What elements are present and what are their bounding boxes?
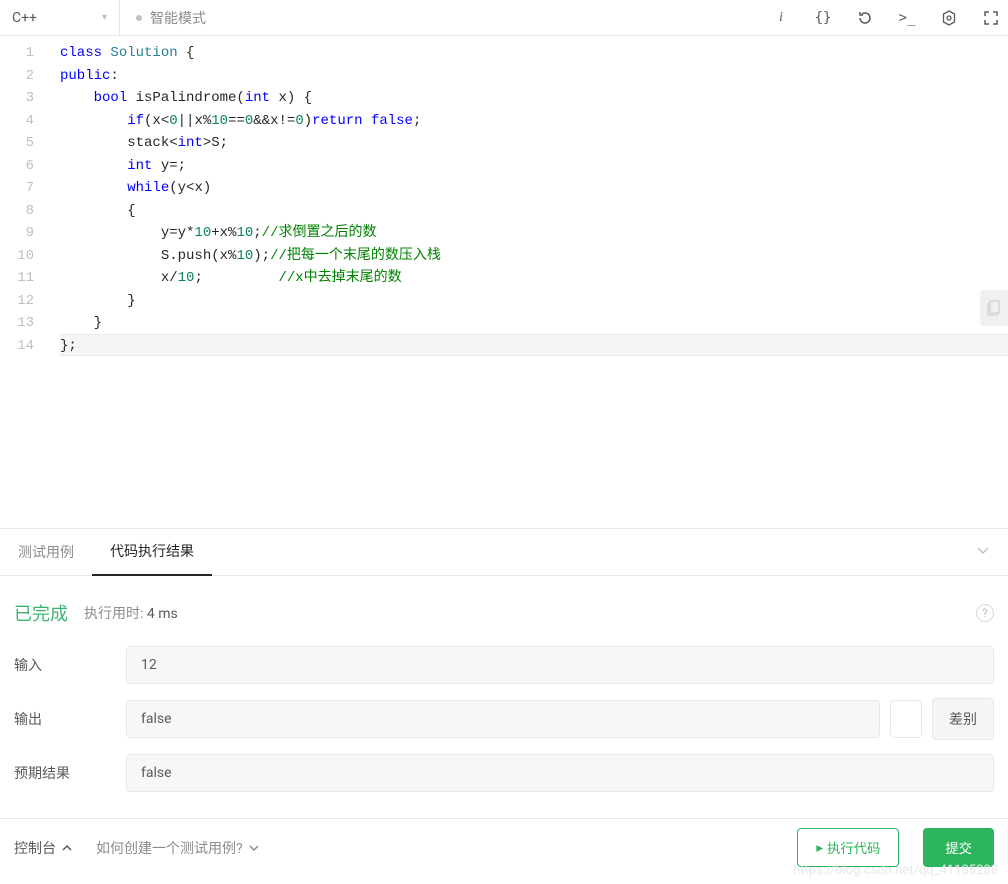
terminal-icon[interactable]: >_ [898,9,916,27]
fullscreen-icon[interactable] [982,9,1000,27]
result-row-input: 输入 12 [14,646,994,684]
console-toggle[interactable]: 控制台 [14,838,72,858]
result-row-expected: 预期结果 false [14,754,994,792]
collapse-panel-icon[interactable] [958,543,1008,561]
reset-icon[interactable] [856,9,874,27]
submit-button[interactable]: 提交 [923,828,994,867]
status-text: 已完成 [14,600,68,626]
help-link[interactable]: 如何创建一个测试用例? [96,838,259,858]
mode-dot-icon [136,15,142,21]
code-content[interactable]: class Solution {public: bool isPalindrom… [44,36,1008,528]
editor-toolbar: C++ ▾ 智能模式 i {} >_ [0,0,1008,36]
mode-text: 智能模式 [150,8,206,28]
runtime-text: 执行用时: 4 ms [84,603,178,623]
mode-indicator: 智能模式 [120,8,222,28]
input-label: 输入 [14,655,126,675]
result-panel-tabs: 测试用例 代码执行结果 [0,528,1008,576]
result-row-output: 输出 false 差别 [14,698,994,740]
language-label: C++ [12,10,37,26]
toolbar-actions: i {} >_ [772,9,1000,27]
expected-value: false [126,754,994,792]
info-icon[interactable]: i [772,9,790,27]
output-value: false [126,700,880,738]
settings-icon[interactable] [940,9,958,27]
code-editor[interactable]: 1234567891011121314 class Solution {publ… [0,36,1008,528]
result-area: 已完成 执行用时: 4 ms ? 输入 12 输出 false 差别 预期结果 … [0,576,1008,818]
language-selector[interactable]: C++ ▾ [0,0,120,36]
output-label: 输出 [14,709,126,729]
chevron-down-icon [249,843,259,853]
help-icon[interactable]: ? [976,604,994,622]
tab-testcase[interactable]: 测试用例 [0,528,92,576]
result-header: 已完成 执行用时: 4 ms ? [14,600,994,626]
diff-button[interactable]: 差别 [932,698,994,740]
run-button[interactable]: ▸ 执行代码 [797,828,899,867]
bottom-bar: 控制台 如何创建一个测试用例? ▸ 执行代码 提交 [0,818,1008,876]
chevron-up-icon [62,843,72,853]
expected-label: 预期结果 [14,763,126,783]
chevron-down-icon: ▾ [102,12,107,23]
tab-result[interactable]: 代码执行结果 [92,528,212,576]
braces-icon[interactable]: {} [814,9,832,27]
diff-indicator [890,700,922,738]
input-value: 12 [126,646,994,684]
play-icon: ▸ [816,840,823,856]
copy-icon[interactable] [980,290,1008,326]
line-gutter: 1234567891011121314 [0,36,44,528]
